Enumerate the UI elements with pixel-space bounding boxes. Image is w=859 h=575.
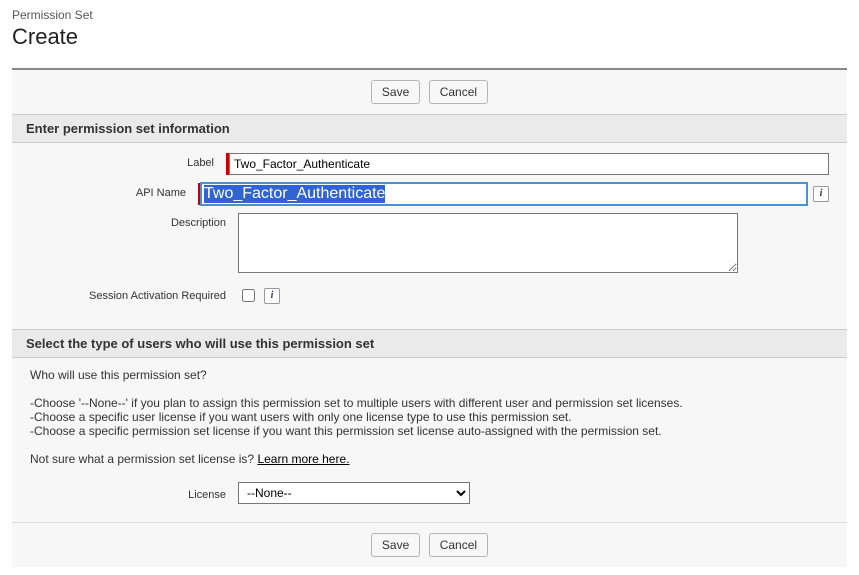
api-name-input[interactable]: Two_Factor_Authenticate (201, 183, 807, 205)
api-name-highlighted-text: Two_Factor_Authenticate (204, 185, 385, 203)
section-header-info: Enter permission set information (12, 114, 847, 143)
main-panel: Save Cancel Enter permission set informa… (12, 68, 847, 567)
label-label: Label (30, 153, 226, 169)
label-description: Description (30, 213, 238, 229)
description-textarea[interactable] (238, 213, 738, 273)
info-icon[interactable]: i (264, 288, 280, 304)
top-button-bar: Save Cancel (12, 70, 847, 114)
help-intro: Who will use this permission set? (30, 368, 829, 382)
cancel-button[interactable]: Cancel (429, 533, 488, 557)
session-activation-checkbox[interactable] (242, 289, 255, 302)
license-select[interactable]: --None-- (238, 482, 470, 504)
breadcrumb-permission-set: Permission Set (12, 8, 847, 22)
save-button[interactable]: Save (371, 80, 420, 104)
help-bullet: -Choose '--None--' if you plan to assign… (30, 396, 829, 410)
section-header-users: Select the type of users who will use th… (12, 329, 847, 358)
bottom-button-bar: Save Cancel (12, 522, 847, 567)
help-bullet: -Choose a specific permission set licens… (30, 424, 829, 438)
form-area-1: Label API Name Two_Factor_Authenticate i (12, 143, 847, 329)
learn-more-link[interactable]: Learn more here. (257, 452, 349, 466)
help-area: Who will use this permission set? -Choos… (12, 358, 847, 522)
help-bullet: -Choose a specific user license if you w… (30, 410, 829, 424)
info-icon[interactable]: i (813, 186, 829, 202)
label-session-activation: Session Activation Required (30, 286, 238, 302)
save-button[interactable]: Save (371, 533, 420, 557)
page-title: Create (12, 24, 847, 50)
learn-more-line: Not sure what a permission set license i… (30, 452, 829, 466)
cancel-button[interactable]: Cancel (429, 80, 488, 104)
label-input[interactable] (229, 153, 829, 175)
label-license: License (30, 485, 238, 501)
label-api-name: API Name (30, 183, 198, 199)
